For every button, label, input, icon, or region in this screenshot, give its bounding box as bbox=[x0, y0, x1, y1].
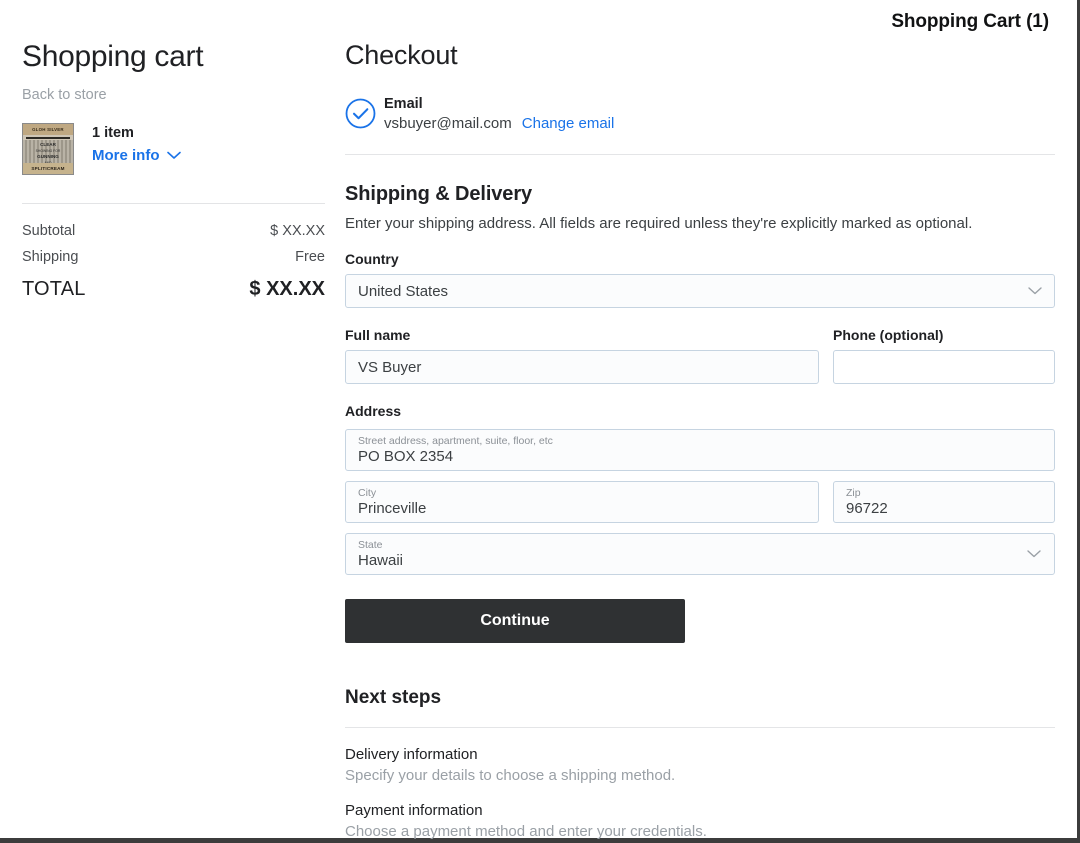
phone-input[interactable] bbox=[833, 350, 1055, 384]
chevron-down-icon bbox=[166, 151, 181, 159]
thumbnail-rule bbox=[26, 136, 70, 139]
name-phone-row: Full name Phone (optional) bbox=[345, 308, 1055, 384]
full-name-label: Full name bbox=[345, 327, 411, 343]
shipping-label: Shipping bbox=[22, 248, 79, 265]
phone-label: Phone (optional) bbox=[833, 327, 944, 343]
country-select-wrap bbox=[345, 274, 1055, 308]
list-item: Delivery information Specify your detail… bbox=[345, 746, 1055, 784]
thumbnail-bottom-band: SPLITICREAM bbox=[23, 162, 73, 174]
step-description: Choose a payment method and enter your c… bbox=[345, 823, 707, 840]
email-texts: Email vsbuyer@mail.com Change email bbox=[384, 96, 614, 132]
product-thumbnail[interactable]: GLOH SILVER CLEAR SHOWING FOR GUNNING AN… bbox=[22, 122, 74, 175]
table-row: Shipping Free bbox=[22, 244, 325, 270]
table-row: Subtotal $ XX.XX bbox=[22, 218, 325, 244]
city-zip-row: City Princeville Zip 96722 bbox=[345, 471, 1055, 523]
full-name-input[interactable] bbox=[345, 350, 819, 384]
city-field[interactable]: City Princeville bbox=[345, 481, 819, 523]
page-title: Checkout bbox=[345, 40, 458, 70]
state-select-field[interactable]: State Hawaii bbox=[345, 533, 1055, 575]
shipping-value: Free bbox=[295, 248, 325, 265]
thumbnail-top-band: GLOH SILVER bbox=[23, 123, 73, 135]
email-address: vsbuyer@mail.com bbox=[384, 115, 512, 132]
full-name-group: Full name bbox=[345, 308, 819, 384]
cart-item: GLOH SILVER CLEAR SHOWING FOR GUNNING AN… bbox=[22, 122, 325, 175]
cart-totals: Subtotal $ XX.XX Shipping Free TOTAL $ X… bbox=[22, 202, 325, 306]
shipping-section-description: Enter your shipping address. All fields … bbox=[345, 215, 973, 232]
subtotal-value: $ XX.XX bbox=[270, 222, 325, 239]
table-row-total: TOTAL $ XX.XX bbox=[22, 270, 325, 306]
email-row: vsbuyer@mail.com Change email bbox=[384, 115, 614, 132]
continue-button[interactable]: Continue bbox=[345, 599, 685, 643]
divider bbox=[345, 154, 1055, 155]
checkout-panel: Checkout Email vsbuyer@mail.com Change e… bbox=[345, 40, 1075, 840]
email-label: Email bbox=[384, 96, 423, 112]
cart-sidebar: Shopping cart Back to store GLOH SILVER … bbox=[0, 40, 345, 306]
page-columns: Shopping cart Back to store GLOH SILVER … bbox=[0, 40, 1075, 840]
street-address-field[interactable]: Street address, apartment, suite, floor,… bbox=[345, 429, 1055, 471]
divider bbox=[345, 727, 1055, 728]
city-value: Princeville bbox=[358, 500, 427, 517]
shipping-section-title: Shipping & Delivery bbox=[345, 183, 533, 205]
cart-badge[interactable]: Shopping Cart (1) bbox=[891, 11, 1049, 33]
state-value: Hawaii bbox=[358, 552, 404, 569]
step-description: Specify your details to choose a shippin… bbox=[345, 767, 676, 784]
address-group-label: Address bbox=[345, 403, 402, 419]
country-label: Country bbox=[345, 251, 399, 267]
zip-value: 96722 bbox=[846, 500, 888, 517]
zip-label: Zip bbox=[846, 487, 861, 499]
check-circle-icon bbox=[345, 98, 376, 134]
next-steps-title: Next steps bbox=[345, 687, 442, 708]
more-info-toggle[interactable]: More info bbox=[92, 147, 181, 164]
total-label: TOTAL bbox=[22, 277, 86, 300]
total-value: $ XX.XX bbox=[249, 277, 325, 300]
street-address-label: Street address, apartment, suite, floor,… bbox=[358, 435, 553, 447]
email-summary: Email vsbuyer@mail.com Change email bbox=[345, 96, 1055, 134]
city-label: City bbox=[358, 487, 377, 499]
chevron-down-icon bbox=[1027, 550, 1041, 558]
phone-group: Phone (optional) bbox=[833, 308, 1055, 384]
checkout-page: Shopping Cart (1) Shopping cart Back to … bbox=[0, 0, 1080, 843]
step-title: Payment information bbox=[345, 802, 483, 819]
back-to-store-link[interactable]: Back to store bbox=[22, 87, 325, 103]
subtotal-label: Subtotal bbox=[22, 222, 76, 239]
step-title: Delivery information bbox=[345, 746, 478, 763]
state-label: State bbox=[358, 539, 383, 551]
more-info-label: More info bbox=[92, 146, 160, 164]
cart-item-meta: 1 item More info bbox=[92, 123, 181, 164]
change-email-link[interactable]: Change email bbox=[522, 115, 615, 132]
street-address-value: PO BOX 2354 bbox=[358, 448, 454, 465]
country-select[interactable] bbox=[345, 274, 1055, 308]
cart-title: Shopping cart bbox=[22, 40, 204, 73]
list-item: Payment information Choose a payment met… bbox=[345, 802, 1055, 840]
zip-field[interactable]: Zip 96722 bbox=[833, 481, 1055, 523]
item-count-label: 1 item bbox=[92, 124, 134, 141]
